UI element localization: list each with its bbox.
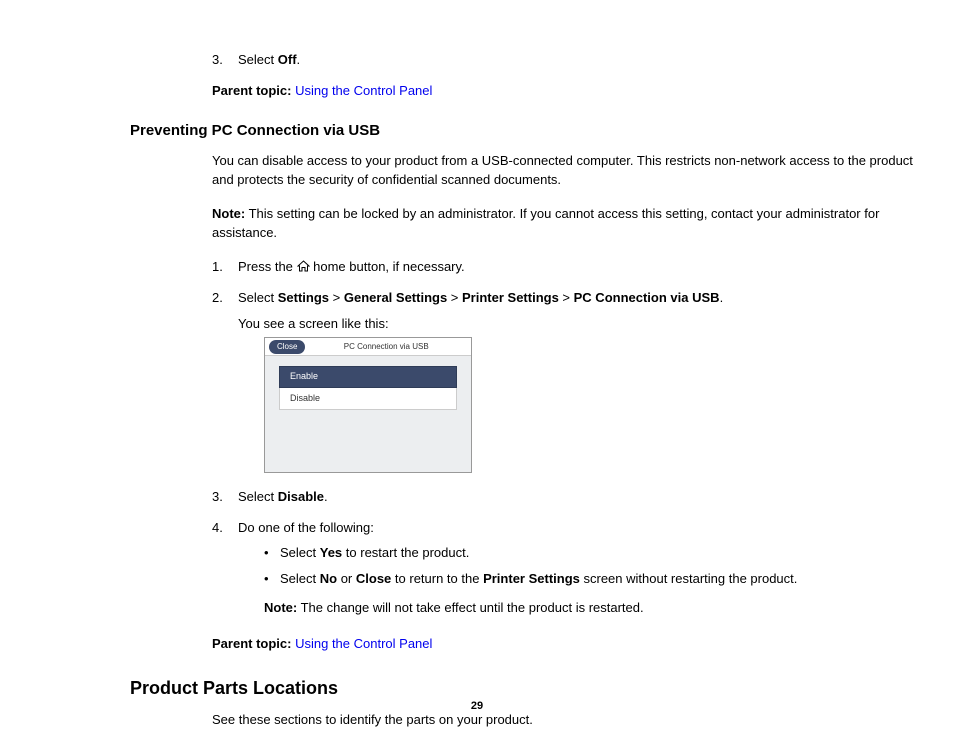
s2-b4: PC Connection via USB xyxy=(574,290,720,305)
b2-pre: Select xyxy=(280,571,320,586)
s3-pre: Select xyxy=(238,489,278,504)
b2-mid1: or xyxy=(337,571,356,586)
s4-note-text: The change will not take effect until th… xyxy=(297,600,643,615)
s2-gt2: > xyxy=(447,290,462,305)
parent-topic-link[interactable]: Using the Control Panel xyxy=(295,636,432,651)
s4-note-label: Note: xyxy=(264,600,297,615)
s2-b1: Settings xyxy=(278,290,329,305)
step-number: 1. xyxy=(212,257,223,277)
step-4-bullets: Select Yes to restart the product. Selec… xyxy=(264,543,924,588)
s4-text: Do one of the following: xyxy=(238,520,374,535)
home-icon xyxy=(297,258,310,278)
step-1: 1. Press the home button, if necessary. xyxy=(212,257,924,278)
step-number: 4. xyxy=(212,518,223,538)
parent-topic-row: Parent topic: Using the Control Panel xyxy=(212,81,924,101)
screenshot-option-enable: Enable xyxy=(279,366,457,388)
s2-gt1: > xyxy=(329,290,344,305)
bullet-yes: Select Yes to restart the product. xyxy=(264,543,924,563)
screenshot-close-button: Close xyxy=(269,340,305,354)
step-number: 2. xyxy=(212,288,223,308)
parent-topic-link[interactable]: Using the Control Panel xyxy=(295,83,432,98)
step-number: 3. xyxy=(212,487,223,507)
step-2: 2. Select Settings > General Settings > … xyxy=(212,288,924,473)
screenshot-options: Enable Disable xyxy=(265,356,471,410)
parent-topic-label: Parent topic: xyxy=(212,83,291,98)
section1-body: You can disable access to your product f… xyxy=(212,151,924,654)
s2-pre: Select xyxy=(238,290,278,305)
screenshot-title: PC Connection via USB xyxy=(305,341,467,353)
note-text: This setting can be locked by an adminis… xyxy=(212,206,879,241)
page-number: 29 xyxy=(0,698,954,715)
step-text-bold: Off xyxy=(278,52,297,67)
screenshot-header: Close PC Connection via USB xyxy=(265,338,471,356)
step-text-post: . xyxy=(297,52,301,67)
step-text-pre: Press the xyxy=(238,259,297,274)
b2-bold1: No xyxy=(320,571,337,586)
b2-mid2: to return to the xyxy=(391,571,483,586)
step-number: 3. xyxy=(212,50,223,70)
s2-end: . xyxy=(720,290,724,305)
s2-gt3: > xyxy=(559,290,574,305)
section1-steps: 1. Press the home button, if necessary. … xyxy=(212,257,924,618)
step-text-post: home button, if necessary. xyxy=(310,259,465,274)
embedded-screenshot: Close PC Connection via USB Enable Disab… xyxy=(264,337,472,473)
step-text-pre: Select xyxy=(238,52,278,67)
screenshot-option-disable: Disable xyxy=(279,388,457,410)
step-4-note: Note: The change will not take effect un… xyxy=(264,598,924,618)
b2-bold3: Printer Settings xyxy=(483,571,580,586)
s2-line2: You see a screen like this: xyxy=(238,314,924,334)
b2-bold2: Close xyxy=(356,571,391,586)
b1-bold: Yes xyxy=(320,545,342,560)
heading-preventing-pc-connection: Preventing PC Connection via USB xyxy=(130,120,924,143)
s3-post: . xyxy=(324,489,328,504)
bullet-no-close: Select No or Close to return to the Prin… xyxy=(264,569,924,589)
step-4: 4. Do one of the following: Select Yes t… xyxy=(212,518,924,618)
section1-note: Note: This setting can be locked by an a… xyxy=(212,204,924,243)
b1-pre: Select xyxy=(280,545,320,560)
top-steps: 3. Select Off. Parent topic: Using the C… xyxy=(212,50,924,100)
step-3: 3. Select Disable. xyxy=(212,487,924,507)
s2-b3: Printer Settings xyxy=(462,290,559,305)
section1-intro: You can disable access to your product f… xyxy=(212,151,924,190)
note-label: Note: xyxy=(212,206,245,221)
parent-topic-row-2: Parent topic: Using the Control Panel xyxy=(212,634,924,654)
b2-post: screen without restarting the product. xyxy=(580,571,798,586)
s3-bold: Disable xyxy=(278,489,324,504)
parent-topic-label: Parent topic: xyxy=(212,636,291,651)
s2-b2: General Settings xyxy=(344,290,447,305)
b1-post: to restart the product. xyxy=(342,545,469,560)
step-3-off: 3. Select Off. xyxy=(212,50,924,70)
